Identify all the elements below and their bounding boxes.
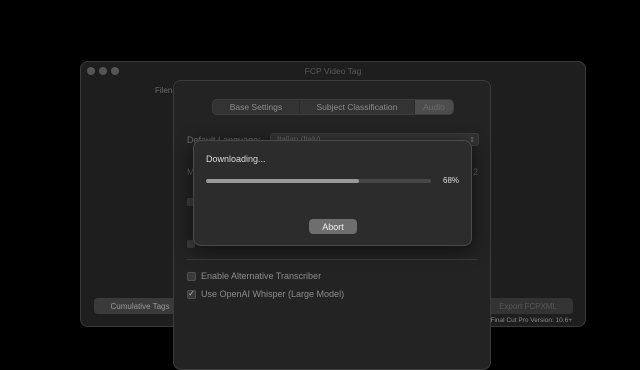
section-divider	[187, 259, 477, 260]
openai-whisper-row[interactable]: ✓ Use OpenAI Whisper (Large Model)	[187, 289, 344, 299]
download-progress-bar	[206, 179, 431, 183]
download-title: Downloading...	[206, 154, 266, 164]
alt-transcriber-checkbox[interactable]	[187, 271, 196, 281]
export-fcpxml-button[interactable]: Export FCPXML	[483, 298, 573, 314]
openai-whisper-label: Use OpenAI Whisper (Large Model)	[201, 289, 345, 299]
download-dialog: Downloading... 68% Abort	[193, 140, 472, 246]
checkmark-icon: ✓	[188, 289, 195, 298]
tab-subject-classification[interactable]: Subject Classification	[300, 100, 415, 114]
version-text: Final Cut Pro Version: 10.6+	[490, 317, 572, 324]
download-progress-fill	[206, 179, 359, 183]
openai-whisper-checkbox[interactable]: ✓	[187, 289, 196, 299]
settings-tab-bar: Base Settings Subject Classification Aud…	[212, 99, 454, 115]
abort-button[interactable]: Abort	[309, 219, 357, 234]
window-title: FCP Video Tag	[304, 66, 362, 76]
model-value-partial: 2	[472, 167, 478, 177]
tab-audio[interactable]: Audio	[415, 100, 453, 114]
alt-transcriber-label: Enable Alternative Transcriber	[201, 271, 322, 281]
download-progress-percent: 68%	[443, 176, 460, 185]
alt-transcriber-row[interactable]: Enable Alternative Transcriber	[187, 271, 321, 281]
tab-base-settings[interactable]: Base Settings	[213, 100, 300, 114]
title-bar: FCP Video Tag	[81, 62, 585, 80]
